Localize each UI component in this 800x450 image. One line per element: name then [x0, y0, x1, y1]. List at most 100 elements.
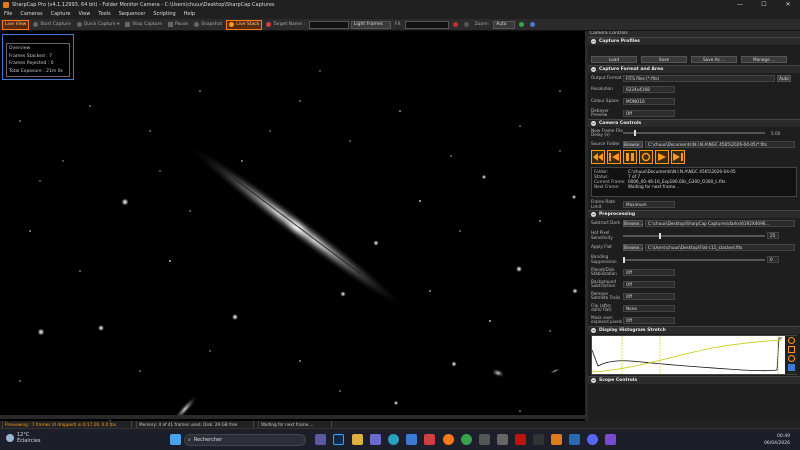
live-stack-button[interactable]: Live Stack: [226, 19, 263, 30]
zoom-select[interactable]: Auto: [493, 20, 516, 29]
collapse-icon[interactable]: −: [591, 328, 596, 333]
scope-controls-header[interactable]: − Scope Controls: [588, 376, 800, 384]
maximize-button[interactable]: ☐: [752, 0, 776, 10]
save-icon[interactable]: [787, 364, 795, 371]
collapse-icon[interactable]: −: [591, 378, 596, 383]
netflix-icon[interactable]: [515, 434, 526, 445]
next-frame-button[interactable]: [671, 150, 685, 164]
camera-controls-header[interactable]: − Camera Controls: [588, 119, 800, 127]
app-icon-plus[interactable]: [479, 434, 490, 445]
colour-space-select[interactable]: MONO16: [623, 97, 675, 105]
background-subtraction-select[interactable]: Off: [623, 280, 675, 288]
minimize-button[interactable]: —: [728, 0, 752, 10]
play-button[interactable]: [655, 150, 669, 164]
collapse-icon[interactable]: −: [591, 39, 596, 44]
app-icon-tile[interactable]: [497, 434, 508, 445]
task-view-icon[interactable]: [315, 434, 326, 445]
new-frame-delay-value[interactable]: 5.00: [771, 131, 780, 136]
firefox-icon[interactable]: [443, 434, 454, 445]
snapshot-button[interactable]: Snapshot: [192, 20, 224, 30]
app-icon-purple[interactable]: [605, 434, 616, 445]
pause-button[interactable]: Pause: [166, 20, 190, 30]
output-format-select[interactable]: FITS files (*.fits): [623, 74, 775, 82]
pause-folder-button[interactable]: [623, 150, 637, 164]
zoom-out-icon[interactable]: [528, 20, 537, 30]
quick-capture-button[interactable]: Quick Capture ▾: [75, 20, 122, 30]
save-profile-button[interactable]: Save: [641, 56, 687, 63]
store-icon[interactable]: [406, 434, 417, 445]
discord-icon[interactable]: [587, 434, 598, 445]
stop-capture-button[interactable]: Stop Capture: [123, 20, 164, 30]
taskbar-search[interactable]: ⌕ Rechercher: [184, 434, 306, 446]
frame-rate-limit-select[interactable]: Maximum: [623, 201, 675, 208]
app-icon-blue[interactable]: [569, 434, 580, 445]
subtract-dark-browse-button[interactable]: Browse...: [623, 220, 643, 227]
banding-suppression-slider[interactable]: [623, 256, 765, 263]
menu-cameras[interactable]: Cameras: [16, 10, 46, 19]
chrome-icon[interactable]: [461, 434, 472, 445]
apply-flat-select[interactable]: C:\Users\chuus\Desktop\Flat-c11_stacked.…: [645, 244, 795, 251]
source-folder-select[interactable]: C:\chuus\Documents\N.I.N.A\NGC 4565\2026…: [645, 140, 795, 148]
collapse-icon[interactable]: −: [591, 121, 596, 126]
new-frame-delay-slider[interactable]: [623, 130, 765, 136]
remove-satellite-trails-select[interactable]: Off: [623, 292, 675, 300]
close-button[interactable]: ✕: [776, 0, 800, 10]
preprocessing-header[interactable]: − Preprocessing: [588, 210, 800, 218]
manage-profiles-button[interactable]: Manage ...: [741, 56, 787, 63]
menu-scripting[interactable]: Scripting: [149, 10, 179, 19]
capture-format-header[interactable]: − Capture Format and Area: [588, 65, 800, 73]
menu-help[interactable]: Help: [180, 10, 199, 19]
banding-suppression-value[interactable]: 0: [767, 256, 779, 263]
menu-view[interactable]: View: [75, 10, 95, 19]
histogram-display[interactable]: [591, 335, 797, 375]
fx-select[interactable]: [404, 20, 449, 29]
settings-icon[interactable]: [787, 355, 795, 362]
display-histogram-header[interactable]: − Display Histogram Stretch: [588, 326, 800, 334]
live-view-button[interactable]: Live View: [2, 19, 30, 30]
auto-stretch-icon[interactable]: [787, 337, 795, 344]
system-clock[interactable]: 00:49 06/04/2026: [764, 433, 790, 447]
save-as-profile-button[interactable]: Save As ...: [691, 56, 737, 63]
menu-sequencer[interactable]: Sequencer: [115, 10, 150, 19]
debayer-preview-select[interactable]: Off: [623, 109, 675, 117]
edge-icon[interactable]: [388, 434, 399, 445]
collapse-icon[interactable]: −: [591, 67, 596, 72]
weather-widget[interactable]: 12°C Éclaircies: [6, 432, 41, 444]
color-circle-icon[interactable]: [451, 20, 460, 30]
app-icon-red[interactable]: [424, 434, 435, 445]
viewport-horizontal-scrollbar[interactable]: [0, 415, 585, 419]
slider-knob[interactable]: [658, 232, 661, 239]
load-profile-button[interactable]: Load: [591, 56, 637, 63]
image-viewport[interactable]: Overview Frames Stacked : 7 Frames Rejec…: [0, 31, 585, 421]
collapse-icon[interactable]: −: [591, 212, 596, 217]
mask-over-exposed-select[interactable]: Off: [623, 316, 675, 324]
frame-type-select[interactable]: Light Frames: [350, 20, 391, 29]
slider-knob[interactable]: [634, 130, 637, 136]
first-frame-button[interactable]: [591, 150, 605, 164]
menu-tools[interactable]: Tools: [94, 10, 114, 19]
reset-stretch-icon[interactable]: [787, 346, 795, 353]
resolution-select[interactable]: 6224x4168: [623, 85, 675, 93]
apply-flat-browse-button[interactable]: Browse...: [623, 244, 643, 251]
slider-knob[interactable]: [623, 256, 625, 263]
windows-start-icon[interactable]: [170, 434, 181, 445]
zoom-in-icon[interactable]: [517, 20, 526, 30]
hot-pixel-sensitivity-value[interactable]: 25: [767, 232, 779, 239]
menu-capture[interactable]: Capture: [47, 10, 75, 19]
reload-button[interactable]: [639, 150, 653, 164]
source-folder-browse-button[interactable]: Browse...: [623, 140, 643, 148]
file-explorer-icon[interactable]: [352, 434, 363, 445]
hot-pixel-sensitivity-slider[interactable]: [623, 232, 765, 239]
auto-button[interactable]: Auto: [777, 74, 791, 82]
target-name-input[interactable]: [308, 20, 349, 29]
start-capture-button[interactable]: Start Capture: [31, 20, 72, 30]
previous-frame-button[interactable]: [607, 150, 621, 164]
flip-select[interactable]: None: [623, 304, 675, 312]
menu-file[interactable]: File: [0, 10, 16, 19]
capture-profiles-header[interactable]: − Capture Profiles: [588, 37, 800, 45]
sharpcap-taskbar-icon[interactable]: [551, 434, 562, 445]
reticle-icon[interactable]: [462, 20, 471, 30]
subtract-dark-select[interactable]: C:\chuus\Desktop\SharpCap Captures\darks…: [645, 220, 795, 227]
photoshop-icon[interactable]: [333, 434, 344, 445]
app-icon-dark[interactable]: [533, 434, 544, 445]
